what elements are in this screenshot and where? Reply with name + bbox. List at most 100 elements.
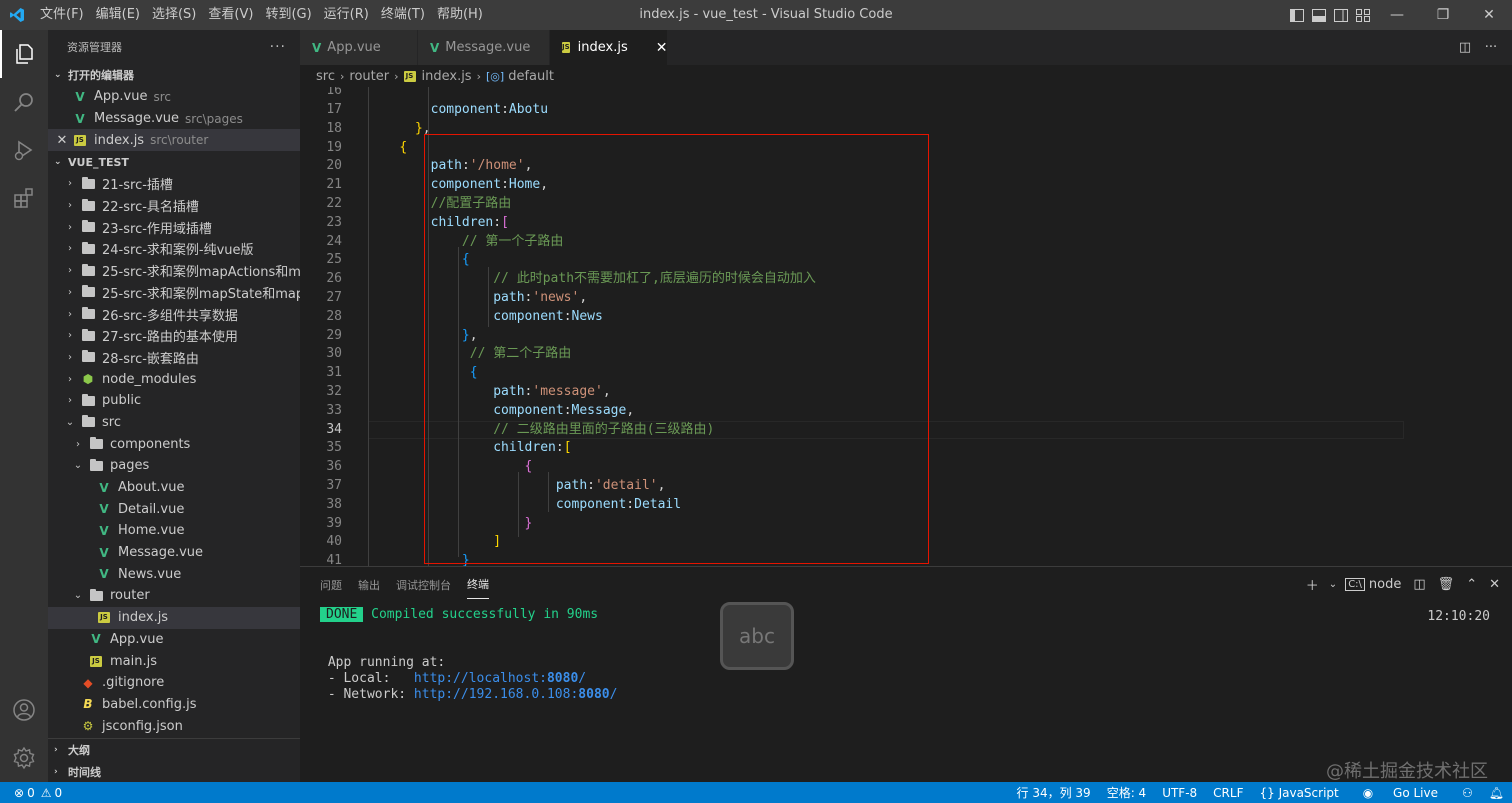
outline-section[interactable]: › 大纲 [48,739,300,761]
maximize-panel-icon[interactable]: ⌃ [1460,577,1483,592]
manage-gear-icon[interactable] [0,734,48,782]
run-debug-icon[interactable] [0,126,48,174]
tree-item[interactable]: › 25-src-求和案例mapState和map... [48,282,300,304]
menu-item[interactable]: 编辑(E) [90,0,146,30]
breadcrumb-src[interactable]: src [316,69,335,84]
open-editor-item[interactable]: ✕ JS index.js src\router [48,129,300,152]
tab-app-vue[interactable]: V App.vue [300,30,418,65]
breadcrumb-router[interactable]: router [349,69,389,84]
customize-layout-icon[interactable] [1352,0,1374,30]
tree-item[interactable]: V About.vue [48,477,300,499]
accounts-icon[interactable] [0,686,48,734]
terminal-name[interactable]: node [1365,577,1407,592]
close-window-button[interactable]: ✕ [1466,0,1512,30]
tree-item[interactable]: › 23-src-作用域插槽 [48,216,300,238]
extensions-icon[interactable] [0,174,48,222]
encoding[interactable]: UTF-8 [1154,786,1205,800]
tree-item[interactable]: › 27-src-路由的基本使用 [48,325,300,347]
code-line: 22 //配置子路由 [300,195,1405,214]
tree-item[interactable]: ⚙ jsconfig.json [48,715,300,737]
split-terminal-icon[interactable]: ◫ [1407,577,1431,592]
tree-item[interactable]: › ⬢ node_modules [48,368,300,390]
menu-item[interactable]: 帮助(H) [431,0,489,30]
local-url[interactable]: http://localhost:8080/ [414,671,586,686]
tree-item[interactable]: › 25-src-求和案例mapActions和ma... [48,260,300,282]
menu-item[interactable]: 文件(F) [34,0,90,30]
go-live-button[interactable]: ◉ Go Live [1347,786,1454,800]
cursor-position[interactable]: 行 34，列 39 [1009,784,1099,801]
search-icon[interactable] [0,78,48,126]
tree-item[interactable]: › public [48,390,300,412]
indentation[interactable]: 空格: 4 [1099,784,1155,801]
line-ending[interactable]: CRLF [1205,786,1251,800]
tree-item[interactable]: V Detail.vue [48,498,300,520]
project-section[interactable]: ⌄ VUE_TEST [48,151,300,173]
tree-item[interactable]: ◆ .gitignore [48,672,300,694]
tree-item[interactable]: › 22-src-具名插槽 [48,195,300,217]
menu-item[interactable]: 运行(R) [318,0,375,30]
open-editors-section[interactable]: ⌄ 打开的编辑器 [48,64,300,86]
folder-icon [81,176,95,189]
toggle-secondary-sidebar-icon[interactable] [1330,0,1352,30]
minimize-button[interactable]: — [1374,0,1420,30]
tree-item[interactable]: V Home.vue [48,520,300,542]
js-file-icon: JS [98,612,110,624]
tree-item[interactable]: › 26-src-多组件共享数据 [48,303,300,325]
vue-file-icon: V [75,111,85,126]
tree-item[interactable]: ⌄ src [48,412,300,434]
trash-icon[interactable]: 🗑 [1432,577,1461,592]
tree-item[interactable]: › 24-src-求和案例-纯vue版 [48,238,300,260]
terminal-output[interactable]: DONE Compiled successfully in 90ms App r… [320,607,1490,703]
panel-tab[interactable]: 调试控制台 [396,571,451,599]
menu-item[interactable]: 选择(S) [146,0,202,30]
explorer-icon[interactable] [0,30,48,78]
tree-item[interactable]: › 28-src-嵌套路由 [48,347,300,369]
language-mode[interactable]: {} JavaScript [1251,786,1346,800]
menu-item[interactable]: 转到(G) [259,0,317,30]
restore-button[interactable]: ❐ [1420,0,1466,30]
tab-index-js[interactable]: JS index.js ✕ [550,30,668,65]
tree-item[interactable]: V Message.vue [48,542,300,564]
more-actions-icon[interactable]: ··· [270,39,286,55]
close-icon[interactable]: ✕ [54,133,70,148]
code-line: 31 { [300,364,1405,383]
tree-item[interactable]: ⌄ pages [48,455,300,477]
open-editor-item[interactable]: V Message.vue src\pages [48,108,300,130]
new-terminal-icon[interactable]: ＋ [1300,575,1325,594]
more-actions-icon[interactable]: ··· [1478,40,1504,55]
tree-item[interactable]: › 21-src-插槽 [48,173,300,195]
title-bar: 文件(F) 编辑(E) 选择(S) 查看(V) 转到(G) 运行(R) 终端(T) 帮助(H)… [0,0,1512,30]
breadcrumb-symbol[interactable]: default [508,69,554,84]
menu-item[interactable]: 查看(V) [202,0,259,30]
feedback-icon[interactable]: ⚇ [1454,786,1481,800]
panel-tab[interactable]: 问题 [320,571,342,599]
close-panel-icon[interactable]: ✕ [1483,577,1506,592]
open-editor-item[interactable]: V App.vue src [48,86,300,108]
tree-item[interactable]: JS index.js [48,606,300,629]
chevron-down-icon: ⌄ [54,157,62,168]
project-label: VUE_TEST [68,155,129,169]
tree-item[interactable]: Bbabel.config.js [48,694,300,716]
tree-item[interactable]: ⌄ router [48,585,300,607]
tree-item-label: babel.config.js [102,696,197,712]
panel-tab[interactable]: 输出 [358,571,380,599]
tree-item[interactable]: JS main.js [48,650,300,672]
code-editor[interactable]: 16 17 component:Abotu 18 }, 19 {20 path:'/… [300,87,1512,566]
split-editor-icon[interactable]: ◫ [1452,40,1478,55]
vue-file-icon: V [430,40,440,55]
menu-item[interactable]: 终端(T) [375,0,431,30]
close-icon[interactable]: ✕ [656,40,668,56]
panel-tab[interactable]: 终端 [467,570,489,599]
toggle-primary-sidebar-icon[interactable] [1286,0,1308,30]
breadcrumb-file[interactable]: index.js [422,69,472,84]
notifications-bell-icon[interactable]: 🔔︎ [1481,786,1512,800]
chevron-down-icon[interactable]: ⌄ [1325,579,1341,590]
toggle-panel-icon[interactable] [1308,0,1330,30]
tab-message-vue[interactable]: V Message.vue [418,30,550,65]
tree-item[interactable]: › components [48,433,300,455]
tree-item[interactable]: V News.vue [48,563,300,585]
problems-status[interactable]: ⊗ 0 ⚠ 0 [14,782,62,803]
timeline-section[interactable]: › 时间线 [48,761,300,782]
network-url[interactable]: http://192.168.0.108:8080/ [414,687,618,702]
tree-item[interactable]: V App.vue [48,629,300,651]
